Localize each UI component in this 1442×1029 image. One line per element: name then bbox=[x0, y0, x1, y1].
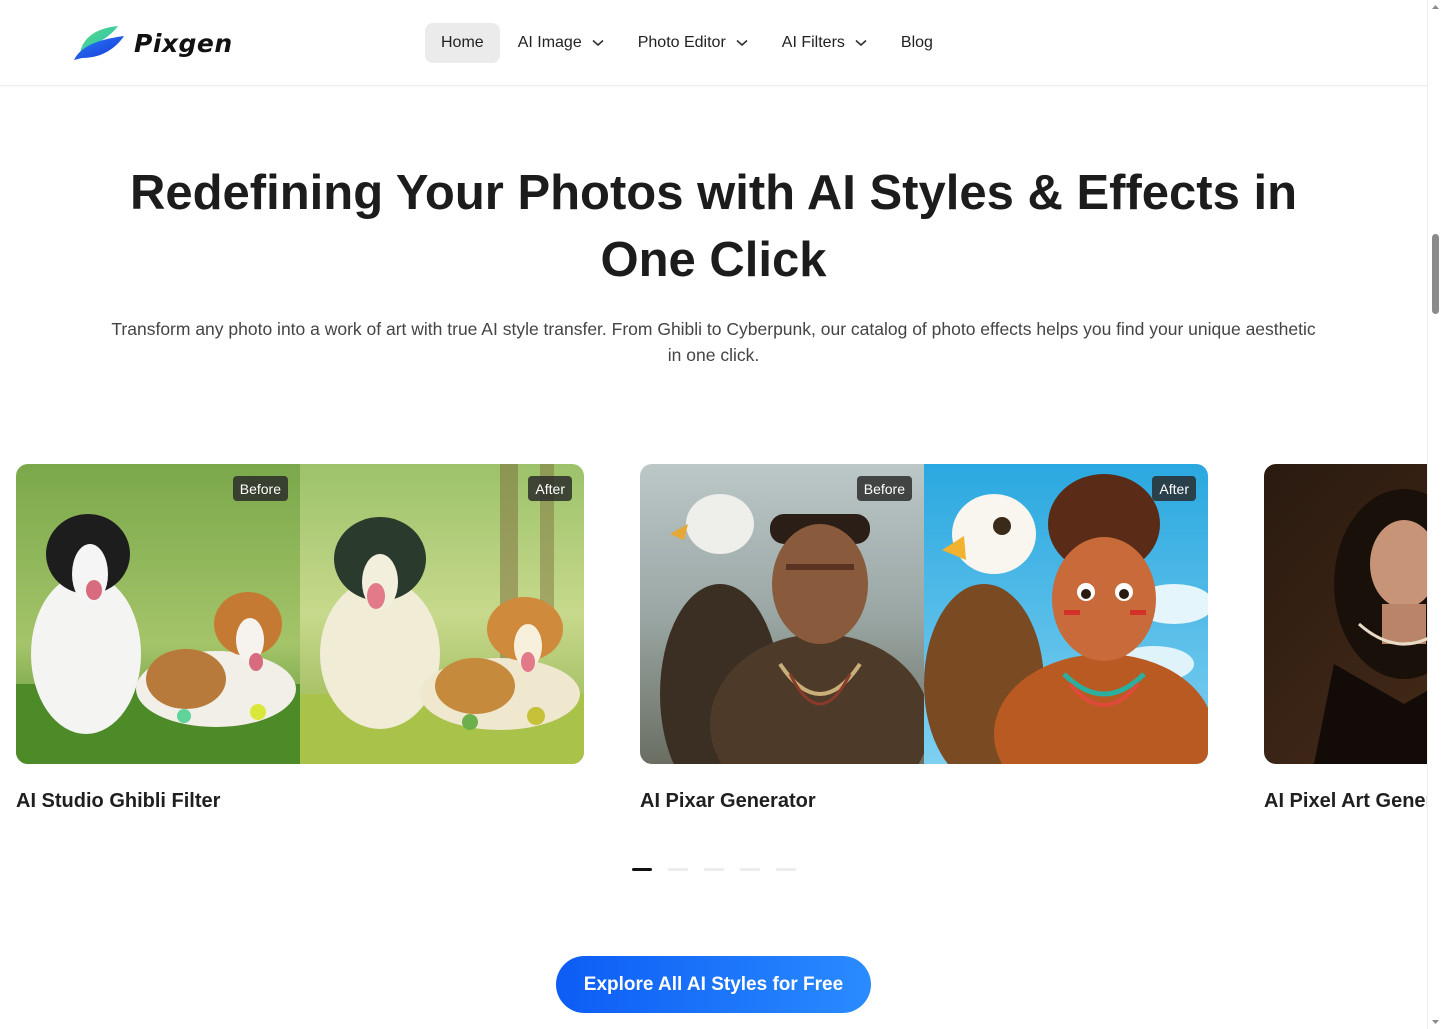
scroll-down-arrow-icon[interactable] bbox=[1431, 1017, 1440, 1026]
page-scrollbar[interactable] bbox=[1427, 0, 1442, 1029]
explore-styles-button[interactable]: Explore All AI Styles for Free bbox=[556, 956, 871, 1013]
nav-item-photo-editor[interactable]: Photo Editor bbox=[622, 23, 764, 63]
pixar-warrior-eagle-image bbox=[924, 464, 1208, 764]
before-badge: Before bbox=[856, 476, 912, 501]
nav-item-label: AI Filters bbox=[781, 34, 845, 51]
after-badge: After bbox=[528, 476, 572, 501]
woman-portrait-image bbox=[1264, 464, 1427, 764]
after-badge: After bbox=[1152, 476, 1196, 501]
carousel-dot[interactable] bbox=[632, 868, 652, 871]
nav-item-home[interactable]: Home bbox=[425, 23, 500, 63]
card-title: AI Studio Ghibli Filter bbox=[16, 790, 221, 812]
before-after-image[interactable]: Before After bbox=[640, 464, 1208, 764]
before-image: Before bbox=[16, 464, 300, 764]
style-card-ghibli[interactable]: Before After AI Studio Ghibli Filter bbox=[16, 464, 584, 813]
before-image bbox=[1264, 464, 1427, 764]
carousel-dot[interactable] bbox=[668, 868, 688, 871]
ghibli-dogs-image bbox=[300, 464, 584, 764]
nav-item-label: AI Image bbox=[517, 34, 582, 51]
nav-item-label: Photo Editor bbox=[637, 34, 726, 51]
hero-subtitle: Transform any photo into a work of art w… bbox=[111, 319, 1316, 365]
style-card-pixar[interactable]: Before After AI Pixar Generator bbox=[640, 464, 1208, 813]
main-nav: Home AI Image Photo Editor AI Filters Bl… bbox=[425, 23, 949, 63]
before-after-image[interactable] bbox=[1264, 464, 1427, 764]
nav-item-ai-filters[interactable]: AI Filters bbox=[766, 23, 883, 63]
carousel-pagination bbox=[632, 868, 796, 871]
before-image: Before bbox=[640, 464, 924, 764]
before-after-image[interactable]: Before After bbox=[16, 464, 584, 764]
scrollbar-thumb[interactable] bbox=[1432, 234, 1439, 314]
carousel-dot[interactable] bbox=[740, 868, 760, 871]
before-badge: Before bbox=[232, 476, 288, 501]
dogs-photo-image bbox=[16, 464, 300, 764]
scroll-up-arrow-icon[interactable] bbox=[1431, 3, 1440, 12]
chevron-down-icon bbox=[736, 39, 748, 47]
pixgen-logo-icon bbox=[74, 26, 124, 60]
chevron-down-icon bbox=[592, 39, 604, 47]
hero-title: Redefining Your Photos with AI Styles & … bbox=[129, 166, 1298, 287]
carousel-dot[interactable] bbox=[704, 868, 724, 871]
nav-item-ai-image[interactable]: AI Image bbox=[502, 23, 620, 63]
site-header: Pixgen Home AI Image Photo Editor AI Fil… bbox=[0, 0, 1427, 86]
nav-item-label: Home bbox=[441, 34, 484, 51]
carousel-dot[interactable] bbox=[776, 868, 796, 871]
card-title: AI Pixar Generator bbox=[640, 790, 816, 812]
chevron-down-icon bbox=[855, 39, 867, 47]
brand-logo[interactable]: Pixgen bbox=[72, 24, 233, 62]
brand-name: Pixgen bbox=[134, 28, 233, 58]
after-image: After bbox=[924, 464, 1208, 764]
nav-item-label: Blog bbox=[900, 34, 933, 51]
card-title: AI Pixel Art Generator bbox=[1264, 790, 1427, 812]
nav-item-blog[interactable]: Blog bbox=[885, 23, 949, 63]
style-card-pixel-art[interactable]: AI Pixel Art Generator bbox=[1264, 464, 1427, 813]
page: Pixgen Home AI Image Photo Editor AI Fil… bbox=[0, 0, 1427, 1029]
after-image: After bbox=[300, 464, 584, 764]
warrior-eagle-photo-image bbox=[640, 464, 924, 764]
